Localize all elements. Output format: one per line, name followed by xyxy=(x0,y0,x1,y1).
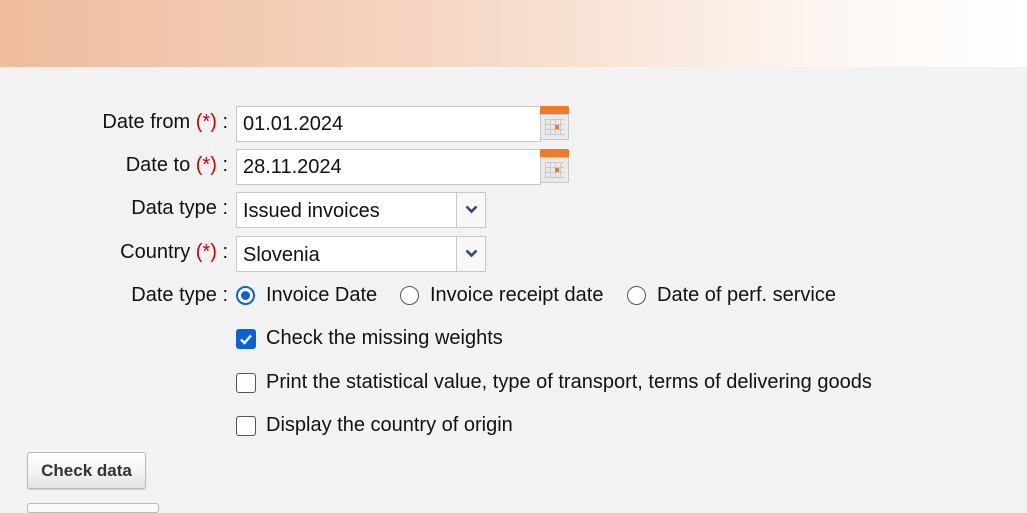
date-to-label: Date to (*) : xyxy=(125,154,228,176)
date-from-input[interactable]: 01.01.2024 xyxy=(236,106,541,142)
radio-invoice-receipt-date-label[interactable]: Invoice receipt date xyxy=(430,284,603,307)
data-type-value: Issued invoices xyxy=(243,200,380,222)
date-to-calendar-icon[interactable] xyxy=(540,149,569,183)
radio-invoice-receipt-date[interactable] xyxy=(400,286,419,305)
check-missing-weights-label[interactable]: Check the missing weights xyxy=(266,327,503,350)
display-country-of-origin-checkbox[interactable] xyxy=(236,416,256,436)
data-type-select[interactable]: Issued invoices xyxy=(236,192,486,228)
date-from-calendar-icon[interactable] xyxy=(540,106,569,140)
secondary-button[interactable] xyxy=(27,503,159,513)
radio-invoice-date-label[interactable]: Invoice Date xyxy=(266,284,377,307)
check-missing-weights-checkbox[interactable] xyxy=(236,329,256,349)
country-select[interactable]: Slovenia xyxy=(236,236,486,272)
date-from-label: Date from (*) : xyxy=(102,111,228,133)
radio-date-of-perf-service-label[interactable]: Date of perf. service xyxy=(657,284,836,307)
print-statistical-value-label[interactable]: Print the statistical value, type of tra… xyxy=(266,371,872,394)
checkmark-icon xyxy=(240,334,252,345)
data-type-label: Data type : xyxy=(131,197,228,219)
chevron-down-icon[interactable] xyxy=(456,193,485,227)
display-country-of-origin-label[interactable]: Display the country of origin xyxy=(266,414,513,437)
print-statistical-value-checkbox[interactable] xyxy=(236,373,256,393)
radio-invoice-date[interactable] xyxy=(236,286,255,305)
chevron-down-icon[interactable] xyxy=(456,237,485,271)
header-banner xyxy=(0,0,1027,67)
country-value: Slovenia xyxy=(243,244,320,266)
check-data-button[interactable]: Check data xyxy=(27,452,146,489)
radio-date-of-perf-service[interactable] xyxy=(627,286,646,305)
country-label: Country (*) : xyxy=(120,241,228,263)
date-to-input[interactable]: 28.11.2024 xyxy=(236,149,541,185)
date-type-label: Date type : xyxy=(131,284,228,306)
